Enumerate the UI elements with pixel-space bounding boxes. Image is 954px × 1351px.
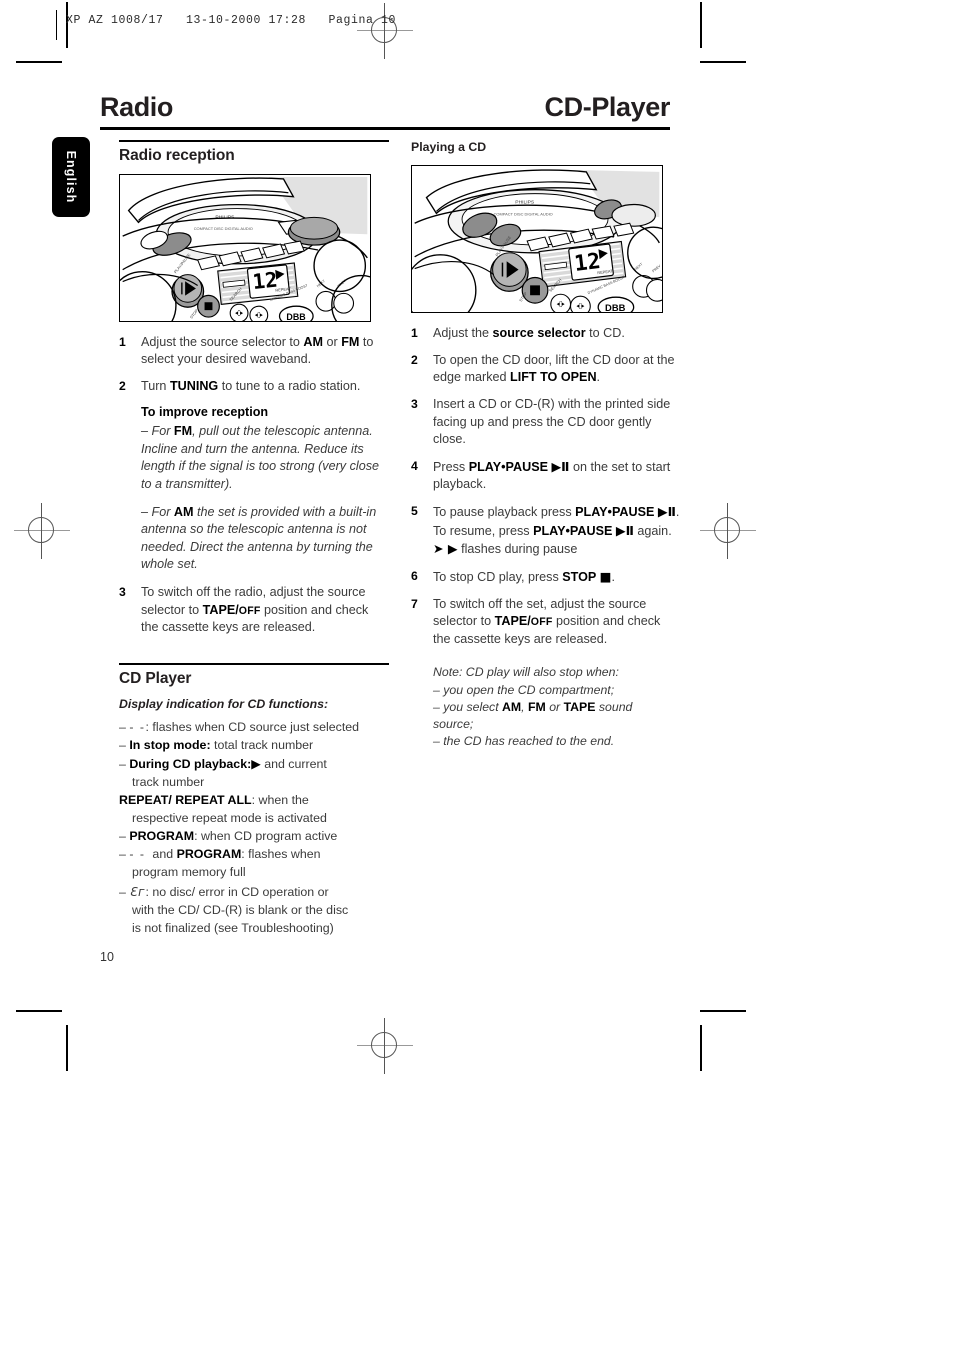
cd-player-heading: CD Player	[119, 669, 192, 687]
page-number: 10	[100, 950, 114, 964]
list-item-continuation: respective repeat mode is activated	[132, 811, 327, 826]
step-text: Adjust the source selector to AM or FM t…	[141, 334, 374, 367]
step-text: To pause playback press PLAY•PAUSE ▶Ⅱ. T…	[433, 504, 680, 557]
list-item: – - - and PROGRAM: flashes when	[119, 847, 321, 862]
list-item: – Ɛг: no disc/ error in CD operation or	[119, 883, 329, 899]
list-item: – - -: flashes when CD source just selec…	[119, 719, 360, 734]
left-column: Radio reception PHILIPS COMPACT DISC DIG…	[119, 140, 389, 938]
note-line: Note: CD play will also stop when:	[433, 665, 619, 680]
step-text: To open the CD door, lift the CD door at…	[433, 352, 675, 385]
step-text: To switch off the set, adjust the source…	[433, 596, 661, 646]
radio-reception-rule	[119, 140, 389, 142]
note-line: – you open the CD compartment;	[433, 682, 615, 697]
display-indication-heading: Display indication for CD functions:	[119, 696, 329, 711]
radio-off-step: 3 To switch off the radio, adjust the so…	[119, 584, 389, 637]
list-item: REPEAT/ REPEAT ALL: when the	[119, 793, 309, 807]
step-text: Turn TUNING to tune to a radio station.	[141, 378, 361, 393]
radio-reception-steps: 1 Adjust the source selector to AM or FM…	[119, 334, 389, 396]
step-item: 1 Adjust the source selector to AM or FM…	[119, 334, 389, 369]
radio-reception-heading: Radio reception	[119, 146, 235, 164]
playing-a-cd-heading: Playing a CD	[411, 140, 487, 154]
list-item-continuation: with the CD/ CD-(R) is blank or the disc	[132, 902, 349, 917]
improve-reception-am: – For AM the set is provided with a buil…	[141, 504, 377, 572]
step-item: 3 To switch off the radio, adjust the so…	[119, 584, 389, 637]
note-line: – the CD has reached to the end.	[433, 734, 615, 749]
svg-text:COMPACT DISC DIGITAL AUDIO: COMPACT DISC DIGITAL AUDIO	[194, 226, 253, 231]
right-column: Playing a CD PHILIPS COMPACT DISC DIGITA…	[411, 140, 681, 750]
step-number: 1	[119, 334, 126, 349]
step-item: 4 Press PLAY•PAUSE ▶Ⅱ on the set to star…	[411, 458, 681, 494]
step-item: 2 Turn TUNING to tune to a radio station…	[119, 378, 389, 396]
step-item: 3 Insert a CD or CD-(R) with the printed…	[411, 396, 681, 449]
svg-text:COMPACT DISC DIGITAL AUDIO: COMPACT DISC DIGITAL AUDIO	[494, 211, 553, 216]
step-item: 6 To stop CD play, press STOP ■.	[411, 568, 681, 587]
step-number: 1	[411, 326, 418, 340]
improve-reception-fm: – For FM, pull out the telescopic antenn…	[141, 424, 380, 491]
step-number: 2	[119, 378, 126, 393]
step-number: 3	[119, 585, 126, 600]
step-text: Insert a CD or CD-(R) with the printed s…	[433, 396, 671, 447]
step-item: 2 To open the CD door, lift the CD door …	[411, 352, 681, 387]
step-text: To stop CD play, press STOP ■.	[433, 568, 616, 584]
step-text: Press PLAY•PAUSE ▶Ⅱ on the set to start …	[433, 458, 671, 492]
step-text: To switch off the radio, adjust the sour…	[141, 585, 369, 635]
step-number: 7	[411, 596, 418, 611]
improve-reception-heading: To improve reception	[141, 405, 269, 420]
step-number: 3	[411, 396, 418, 411]
svg-text:DBB: DBB	[605, 303, 626, 312]
list-item: – PROGRAM: when CD program active	[119, 829, 338, 844]
step-item: 5 To pause playback press PLAY•PAUSE ▶Ⅱ.…	[411, 503, 681, 559]
note-line: source;	[433, 716, 474, 731]
list-item-continuation: is not finalized (see Troubleshooting)	[132, 920, 334, 935]
list-item: – In stop mode: total track number	[119, 737, 314, 752]
playing-a-cd-steps: 1 Adjust the source selector to CD. 2 To…	[411, 325, 681, 648]
step-number: 6	[411, 568, 418, 583]
list-item-continuation: program memory full	[132, 865, 246, 880]
cd-stop-note: Note: CD play will also stop when: – you…	[411, 664, 681, 750]
list-item-continuation: track number	[132, 774, 205, 789]
step-text: Adjust the source selector to CD.	[433, 326, 625, 340]
radio-reception-illustration: PHILIPS COMPACT DISC DIGITAL AUDIO 12 RE…	[119, 173, 371, 322]
cd-display-indication-list: – - -: flashes when CD source just selec…	[119, 719, 389, 937]
svg-text:DBB: DBB	[286, 312, 305, 321]
cd-player-rule	[119, 662, 389, 665]
step-number: 5	[411, 504, 418, 518]
note-line: – you select AM, FM or TAPE sound	[433, 699, 633, 714]
step-item: 1 Adjust the source selector to CD.	[411, 325, 681, 343]
playing-a-cd-illustration: PHILIPS COMPACT DISC DIGITAL AUDIO 12 RE…	[411, 165, 663, 313]
list-item: – During CD playback:▶ and current	[119, 755, 327, 771]
improve-reception-block: To improve reception – For FM, pull out …	[119, 404, 389, 574]
step-number: 2	[411, 352, 418, 367]
step-item: 7 To switch off the set, adjust the sour…	[411, 596, 681, 649]
step-number: 4	[411, 458, 418, 473]
